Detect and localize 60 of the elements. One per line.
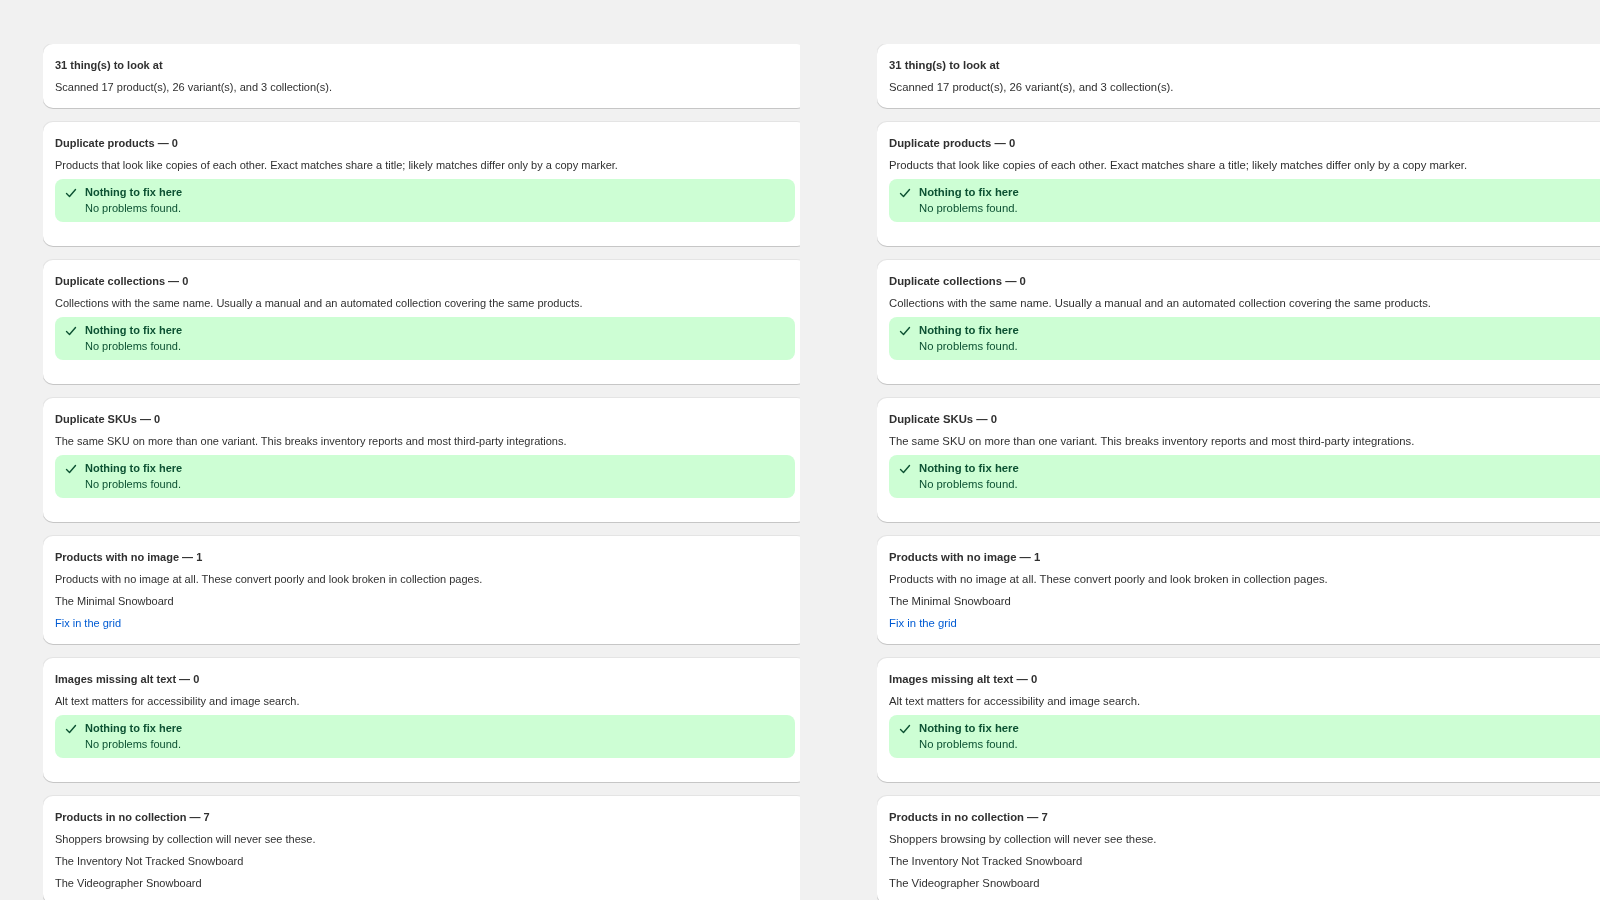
card-description: The same SKU on more than one variant. This breaks inventory reports and most third-party integrations. — [889, 434, 1416, 449]
banner-text: No problems found. — [85, 200, 182, 216]
card-title: Products in no collection — 7 — [889, 810, 1049, 825]
check-icon — [65, 463, 77, 475]
product-name: The Inventory Not Tracked Snowboard — [55, 854, 245, 869]
card-title: Images missing alt text — 0 — [55, 672, 201, 687]
check-icon — [899, 463, 911, 475]
banner-title: Nothing to fix here — [919, 185, 1019, 200]
banner-title: Nothing to fix here — [85, 323, 183, 338]
card-title: 31 thing(s) to look at — [889, 58, 1001, 73]
banner-title: Nothing to fix here — [85, 461, 183, 476]
card-title: Products with no image — 1 — [55, 550, 204, 565]
summary-text: Scanned 17 product(s), 26 variant(s), and 3 collection(s). — [889, 80, 1175, 95]
product-name: The Minimal Snowboard — [889, 594, 1012, 609]
banner-text: No problems found. — [85, 736, 182, 752]
product-name: The Videographer Snowboard — [889, 876, 1041, 891]
banner-title: Nothing to fix here — [85, 721, 183, 736]
card-description: Products that look like copies of each other. Exact matches share a title; likely matches differ only by a copy marker. — [55, 158, 619, 173]
product-name: The Videographer Snowboard — [55, 876, 203, 891]
banner-text: No problems found. — [919, 338, 1019, 354]
check-icon — [899, 187, 911, 199]
card-title: Images missing alt text — 0 — [889, 672, 1039, 687]
check-icon — [65, 723, 77, 735]
check-icon — [65, 187, 77, 199]
card-description: Products with no image at all. These convert poorly and look broken in collection pages. — [55, 572, 484, 587]
banner-text: No problems found. — [919, 200, 1019, 216]
card-description: Collections with the same name. Usually a manual and an automated collection covering the same products. — [889, 296, 1432, 311]
banner-text: No problems found. — [919, 736, 1019, 752]
banner-title: Nothing to fix here — [919, 721, 1019, 736]
card-description: Alt text matters for accessibility and image search. — [889, 694, 1142, 709]
card-description: Alt text matters for accessibility and image search. — [55, 694, 301, 709]
banner-text: No problems found. — [85, 476, 182, 492]
banner-title: Nothing to fix here — [919, 461, 1019, 476]
product-name: The Minimal Snowboard — [55, 594, 175, 609]
product-name: The Inventory Not Tracked Snowboard — [889, 854, 1084, 869]
fix-link[interactable]: Fix in the grid — [55, 617, 122, 629]
card-description: Shoppers browsing by collection will never see these. — [889, 832, 1158, 847]
card-title: Duplicate collections — 0 — [889, 274, 1027, 289]
card-description: Shoppers browsing by collection will never see these. — [55, 832, 317, 847]
card-title: Duplicate products — 0 — [55, 136, 179, 151]
check-icon — [899, 723, 911, 735]
card-title: Products in no collection — 7 — [55, 810, 211, 825]
summary-text: Scanned 17 product(s), 26 variant(s), and 3 collection(s). — [55, 80, 333, 95]
check-icon — [65, 325, 77, 337]
card-title: Duplicate products — 0 — [889, 136, 1017, 151]
card-description: Products with no image at all. These convert poorly and look broken in collection pages. — [889, 572, 1329, 587]
card-description: The same SKU on more than one variant. This breaks inventory reports and most third-party integrations. — [55, 434, 568, 449]
banner-text: No problems found. — [85, 338, 182, 354]
card-title: Duplicate collections — 0 — [55, 274, 190, 289]
banner-text: No problems found. — [919, 476, 1019, 492]
banner-title: Nothing to fix here — [919, 323, 1019, 338]
card-description: Collections with the same name. Usually a manual and an automated collection covering the same products. — [55, 296, 584, 311]
card-description: Products that look like copies of each other. Exact matches share a title; likely matches differ only by a copy marker. — [889, 158, 1469, 173]
fix-link[interactable]: Fix in the grid — [889, 617, 957, 629]
card-title: Duplicate SKUs — 0 — [55, 412, 162, 427]
card-title: Products with no image — 1 — [889, 550, 1042, 565]
banner-title: Nothing to fix here — [85, 185, 183, 200]
card-title: Duplicate SKUs — 0 — [889, 412, 998, 427]
card-title: 31 thing(s) to look at — [55, 58, 164, 73]
check-icon — [899, 325, 911, 337]
